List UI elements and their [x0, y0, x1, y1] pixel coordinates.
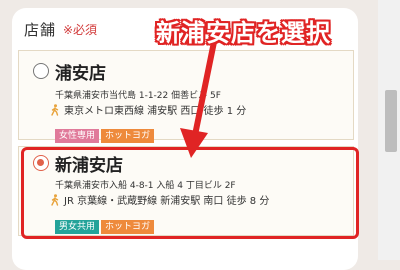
required-mark: ※必須: [63, 23, 98, 37]
radio-empty-icon[interactable]: [33, 63, 49, 79]
store-field-label: 店舗: [24, 21, 57, 39]
annotation-callout-text: 新浦安店を選択: [156, 19, 331, 47]
store-name: 浦安店: [55, 64, 106, 84]
badge-women-only: 女性専用: [55, 129, 100, 143]
walking-person-icon: [51, 104, 59, 116]
scrollbar-thumb[interactable]: [385, 90, 397, 152]
badge-hot-yoga: ホットヨガ: [101, 129, 155, 143]
annotation-arrow-icon: [180, 40, 217, 158]
store-badges: 女性専用 ホットヨガ: [55, 123, 156, 143]
selection-highlight-box: [21, 147, 359, 239]
